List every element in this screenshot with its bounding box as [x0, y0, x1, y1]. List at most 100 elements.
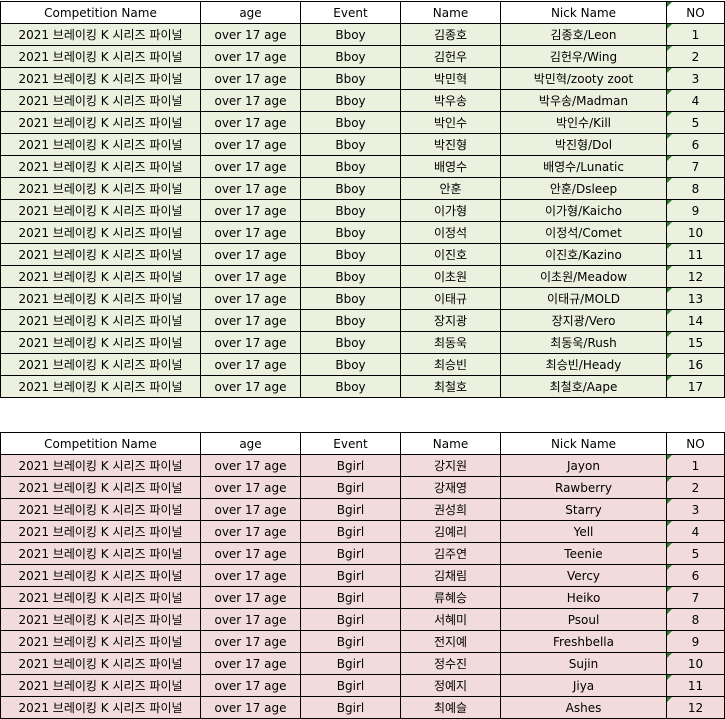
competition-name-cell[interactable]: 2021 브레이킹 K 시리즈 파이널	[0, 265, 201, 288]
competition-name-cell[interactable]: 2021 브레이킹 K 시리즈 파이널	[0, 221, 201, 244]
competition-name-cell[interactable]: 2021 브레이킹 K 시리즈 파이널	[0, 652, 201, 675]
no-cell[interactable]: 13	[666, 287, 725, 310]
no-cell[interactable]: 17	[666, 375, 725, 398]
no-cell[interactable]: 3	[666, 67, 725, 90]
name-cell[interactable]: 박우송	[400, 89, 501, 112]
age-cell[interactable]: over 17 age	[200, 45, 301, 68]
no-cell[interactable]: 8	[666, 608, 725, 631]
nick-name-cell[interactable]: 장지광/Vero	[500, 309, 667, 332]
header-age[interactable]: age	[200, 432, 301, 455]
age-cell[interactable]: over 17 age	[200, 23, 301, 46]
competition-name-cell[interactable]: 2021 브레이킹 K 시리즈 파이널	[0, 23, 201, 46]
name-cell[interactable]: 정예지	[400, 674, 501, 697]
competition-name-cell[interactable]: 2021 브레이킹 K 시리즈 파이널	[0, 586, 201, 609]
age-cell[interactable]: over 17 age	[200, 221, 301, 244]
no-cell[interactable]: 2	[666, 476, 725, 499]
nick-name-cell[interactable]: Rawberry	[500, 476, 667, 499]
nick-name-cell[interactable]: 이태규/MOLD	[500, 287, 667, 310]
competition-name-cell[interactable]: 2021 브레이킹 K 시리즈 파이널	[0, 67, 201, 90]
event-cell[interactable]: Bboy	[300, 45, 401, 68]
event-cell[interactable]: Bboy	[300, 199, 401, 222]
name-cell[interactable]: 안훈	[400, 177, 501, 200]
nick-name-cell[interactable]: Teenie	[500, 542, 667, 565]
name-cell[interactable]: 강재영	[400, 476, 501, 499]
age-cell[interactable]: over 17 age	[200, 586, 301, 609]
competition-name-cell[interactable]: 2021 브레이킹 K 시리즈 파이널	[0, 133, 201, 156]
name-cell[interactable]: 김예리	[400, 520, 501, 543]
no-cell[interactable]: 6	[666, 564, 725, 587]
event-cell[interactable]: Bboy	[300, 177, 401, 200]
nick-name-cell[interactable]: 김종호/Leon	[500, 23, 667, 46]
event-cell[interactable]: Bboy	[300, 111, 401, 134]
header-name[interactable]: Name	[400, 432, 501, 455]
event-cell[interactable]: Bboy	[300, 67, 401, 90]
event-cell[interactable]: Bboy	[300, 287, 401, 310]
event-cell[interactable]: Bgirl	[300, 652, 401, 675]
name-cell[interactable]: 최승빈	[400, 353, 501, 376]
event-cell[interactable]: Bboy	[300, 221, 401, 244]
competition-name-cell[interactable]: 2021 브레이킹 K 시리즈 파이널	[0, 331, 201, 354]
age-cell[interactable]: over 17 age	[200, 498, 301, 521]
competition-name-cell[interactable]: 2021 브레이킹 K 시리즈 파이널	[0, 243, 201, 266]
event-cell[interactable]: Bboy	[300, 133, 401, 156]
name-cell[interactable]: 배영수	[400, 155, 501, 178]
nick-name-cell[interactable]: Starry	[500, 498, 667, 521]
age-cell[interactable]: over 17 age	[200, 608, 301, 631]
event-cell[interactable]: Bboy	[300, 353, 401, 376]
nick-name-cell[interactable]: 최승빈/Heady	[500, 353, 667, 376]
nick-name-cell[interactable]: 김헌우/Wing	[500, 45, 667, 68]
event-cell[interactable]: Bgirl	[300, 542, 401, 565]
age-cell[interactable]: over 17 age	[200, 287, 301, 310]
no-cell[interactable]: 15	[666, 331, 725, 354]
competition-name-cell[interactable]: 2021 브레이킹 K 시리즈 파이널	[0, 89, 201, 112]
header-nick-name[interactable]: Nick Name	[500, 1, 667, 24]
no-cell[interactable]: 4	[666, 520, 725, 543]
name-cell[interactable]: 강지원	[400, 454, 501, 477]
competition-name-cell[interactable]: 2021 브레이킹 K 시리즈 파이널	[0, 155, 201, 178]
no-cell[interactable]: 16	[666, 353, 725, 376]
event-cell[interactable]: Bgirl	[300, 696, 401, 719]
nick-name-cell[interactable]: 안훈/Dsleep	[500, 177, 667, 200]
event-cell[interactable]: Bgirl	[300, 564, 401, 587]
age-cell[interactable]: over 17 age	[200, 177, 301, 200]
no-cell[interactable]: 10	[666, 652, 725, 675]
age-cell[interactable]: over 17 age	[200, 111, 301, 134]
age-cell[interactable]: over 17 age	[200, 696, 301, 719]
nick-name-cell[interactable]: Psoul	[500, 608, 667, 631]
name-cell[interactable]: 이정석	[400, 221, 501, 244]
event-cell[interactable]: Bboy	[300, 331, 401, 354]
no-cell[interactable]: 4	[666, 89, 725, 112]
event-cell[interactable]: Bgirl	[300, 454, 401, 477]
event-cell[interactable]: Bboy	[300, 309, 401, 332]
competition-name-cell[interactable]: 2021 브레이킹 K 시리즈 파이널	[0, 309, 201, 332]
name-cell[interactable]: 이태규	[400, 287, 501, 310]
header-no[interactable]: NO	[666, 432, 725, 455]
competition-name-cell[interactable]: 2021 브레이킹 K 시리즈 파이널	[0, 476, 201, 499]
competition-name-cell[interactable]: 2021 브레이킹 K 시리즈 파이널	[0, 199, 201, 222]
event-cell[interactable]: Bgirl	[300, 476, 401, 499]
age-cell[interactable]: over 17 age	[200, 243, 301, 266]
competition-name-cell[interactable]: 2021 브레이킹 K 시리즈 파이널	[0, 674, 201, 697]
nick-name-cell[interactable]: 박민혁/zooty zoot	[500, 67, 667, 90]
name-cell[interactable]: 이초원	[400, 265, 501, 288]
name-cell[interactable]: 권성희	[400, 498, 501, 521]
age-cell[interactable]: over 17 age	[200, 454, 301, 477]
competition-name-cell[interactable]: 2021 브레이킹 K 시리즈 파이널	[0, 696, 201, 719]
event-cell[interactable]: Bboy	[300, 375, 401, 398]
age-cell[interactable]: over 17 age	[200, 89, 301, 112]
name-cell[interactable]: 박인수	[400, 111, 501, 134]
nick-name-cell[interactable]: 박진형/Dol	[500, 133, 667, 156]
name-cell[interactable]: 장지광	[400, 309, 501, 332]
nick-name-cell[interactable]: Ashes	[500, 696, 667, 719]
age-cell[interactable]: over 17 age	[200, 199, 301, 222]
no-cell[interactable]: 9	[666, 199, 725, 222]
header-age[interactable]: age	[200, 1, 301, 24]
event-cell[interactable]: Bgirl	[300, 630, 401, 653]
header-name[interactable]: Name	[400, 1, 501, 24]
competition-name-cell[interactable]: 2021 브레이킹 K 시리즈 파이널	[0, 111, 201, 134]
no-cell[interactable]: 5	[666, 542, 725, 565]
competition-name-cell[interactable]: 2021 브레이킹 K 시리즈 파이널	[0, 520, 201, 543]
event-cell[interactable]: Bgirl	[300, 498, 401, 521]
age-cell[interactable]: over 17 age	[200, 331, 301, 354]
event-cell[interactable]: Bboy	[300, 243, 401, 266]
